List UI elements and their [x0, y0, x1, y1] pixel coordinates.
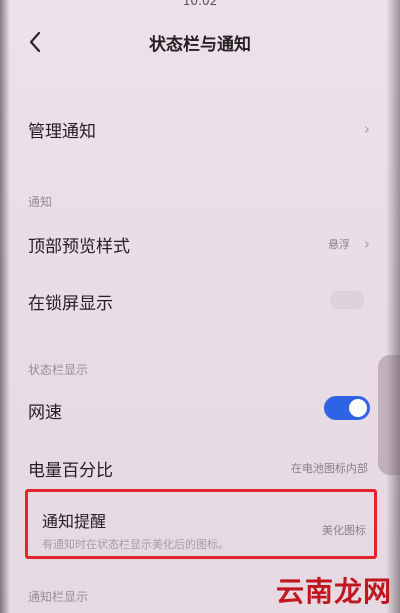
section-status-bar-display: 状态栏显示 — [28, 363, 89, 377]
page-title: 状态栏与通知 — [149, 35, 251, 55]
notification-reminder-label: 通知提醒 — [42, 512, 107, 531]
side-key — [378, 355, 400, 475]
manage-notifications-label: 管理通知 — [28, 122, 96, 142]
battery-percent-row[interactable]: 电量百分比 在电池图标内部 — [28, 456, 370, 482]
watermark-text: 云南龙网 — [275, 575, 392, 608]
chevron-right-icon: › — [364, 120, 370, 138]
network-speed-row[interactable]: 网速 — [28, 396, 370, 424]
network-speed-toggle[interactable] — [324, 396, 370, 420]
notification-reminder-description: 有通知时在状态栏显示美化后的图标。 — [42, 538, 229, 551]
screen-edge-shadow-left — [0, 0, 10, 613]
lockscreen-display-toggle[interactable] — [330, 291, 364, 309]
section-notifications: 通知 — [28, 195, 53, 209]
battery-percent-value: 在电池图标内部 — [291, 462, 368, 475]
top-preview-style-row[interactable]: 顶部预览样式 悬浮 › — [28, 232, 370, 258]
watermark-logo: 云南龙网 — [262, 566, 400, 613]
network-speed-label: 网速 — [28, 403, 62, 423]
notification-reminder-row[interactable]: 通知提醒 有通知时在状态栏显示美化后的图标。 美化图标 — [25, 489, 377, 559]
lockscreen-display-label: 在锁屏显示 — [28, 294, 113, 314]
settings-screen: 10:02 状态栏与通知 管理通知 › 通知 顶部预览样式 悬浮 › 在锁屏显示… — [0, 0, 400, 613]
top-bar: 状态栏与通知 — [0, 22, 400, 62]
manage-notifications-row[interactable]: 管理通知 › — [28, 117, 370, 143]
section-notification-bar-display: 通知栏显示 — [28, 590, 89, 604]
top-preview-style-value: 悬浮 — [328, 238, 350, 251]
screen-edge-shadow-right — [386, 0, 400, 613]
top-preview-style-label: 顶部预览样式 — [28, 237, 130, 257]
battery-percent-label: 电量百分比 — [28, 461, 113, 481]
chevron-right-icon: › — [364, 235, 370, 253]
status-bar-time: 10:02 — [182, 0, 218, 8]
notification-reminder-value: 美化图标 — [322, 524, 366, 537]
toggle-knob — [349, 399, 367, 417]
lockscreen-display-row[interactable]: 在锁屏显示 — [28, 289, 370, 315]
